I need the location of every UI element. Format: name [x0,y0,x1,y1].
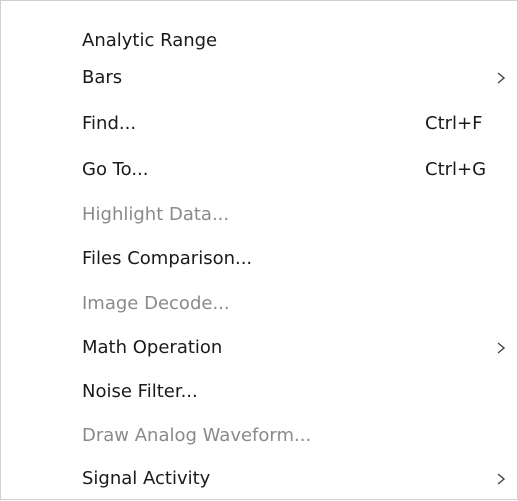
menu-item-label: Files Comparison... [82,248,253,269]
menu-item-noise-filter[interactable]: Noise Filter... [1,370,517,414]
menu-item-bars[interactable]: Bars [1,56,517,100]
menu-item-label: Noise Filter... [82,381,198,402]
menu-item-draw-analog-waveform[interactable]: Draw Analog Waveform... [1,414,517,458]
menu-item-signal-activity[interactable]: Signal Activity [1,457,517,501]
menu-item-label: Signal Activity [82,468,211,489]
chevron-right-icon [495,341,507,355]
menu-item-label: Go To... [82,159,149,180]
context-menu: Analytic Range Bars Find... Ctrl+F Go To… [0,0,518,500]
menu-item-label: Find... [82,113,137,134]
chevron-right-icon [495,71,507,85]
menu-item-go-to[interactable]: Go To... Ctrl+G [1,148,517,192]
menu-item-label: Highlight Data... [82,204,230,225]
menu-item-highlight-data[interactable]: Highlight Data... [1,193,517,237]
shortcut-label: Ctrl+F [425,113,483,134]
menu-item-find[interactable]: Find... Ctrl+F [1,102,517,146]
menu-item-image-decode[interactable]: Image Decode... [1,282,517,326]
menu-item-label: Draw Analog Waveform... [82,425,312,446]
menu-item-files-comparison[interactable]: Files Comparison... [1,237,517,281]
menu-item-label: Image Decode... [82,293,230,314]
shortcut-label: Ctrl+G [425,159,487,180]
menu-item-math-operation[interactable]: Math Operation [1,326,517,370]
chevron-right-icon [495,472,507,486]
menu-item-label: Math Operation [82,337,223,358]
menu-item-label: Bars [82,67,123,88]
